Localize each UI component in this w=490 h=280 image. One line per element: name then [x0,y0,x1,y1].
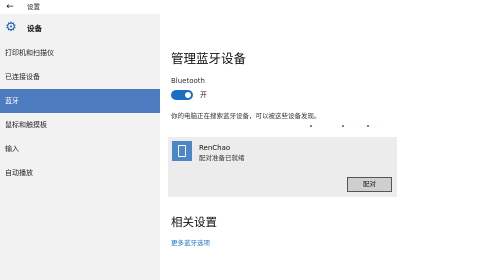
page-title: 管理蓝牙设备 [171,51,247,66]
sidebar-item-mouse-touchpad[interactable]: 鼠标和触摸板 [0,113,160,137]
sidebar-item-printers[interactable]: 打印机和扫描仪 [0,41,160,65]
progress-dot [310,125,312,127]
sidebar-item-bluetooth[interactable]: 蓝牙 [0,89,160,113]
window-title: 设置 [27,3,40,11]
progress-dot [342,125,344,127]
sidebar-item-autoplay[interactable]: 自动播放 [0,161,160,185]
toggle-state-label: 开 [200,91,207,99]
bluetooth-toggle[interactable] [171,90,193,100]
device-status: 配对准备已就绪 [199,154,245,162]
sidebar-item-typing[interactable]: 输入 [0,137,160,161]
title-bar: ← 设置 [0,0,490,14]
tablet-icon [172,141,192,161]
searching-status: 你的电脑正在搜索蓝牙设备，可以被这些设备发现。 [171,112,321,120]
more-bluetooth-options-link[interactable]: 更多蓝牙选项 [171,238,210,248]
pair-button[interactable]: 配对 [347,177,392,192]
sidebar-header-label: 设备 [27,24,42,33]
bluetooth-label: Bluetooth [171,77,205,85]
back-arrow-icon[interactable]: ← [4,1,16,13]
tablet-screen [178,145,186,157]
device-name: RenChao [199,144,231,152]
gear-icon: ⚙ [5,20,17,35]
related-settings-title: 相关设置 [171,215,217,229]
progress-dot [367,125,369,127]
sidebar-item-connected-devices[interactable]: 已连接设备 [0,65,160,89]
sidebar-header: ⚙ 设备 [0,20,160,38]
toggle-knob [185,92,191,98]
sidebar: ⚙ 设备 打印机和扫描仪 已连接设备 蓝牙 鼠标和触摸板 输入 自动播放 [0,14,160,280]
main-content: 管理蓝牙设备 Bluetooth 开 你的电脑正在搜索蓝牙设备，可以被这些设备发… [160,14,490,280]
device-card[interactable]: RenChao 配对准备已就绪 配对 [168,137,397,197]
